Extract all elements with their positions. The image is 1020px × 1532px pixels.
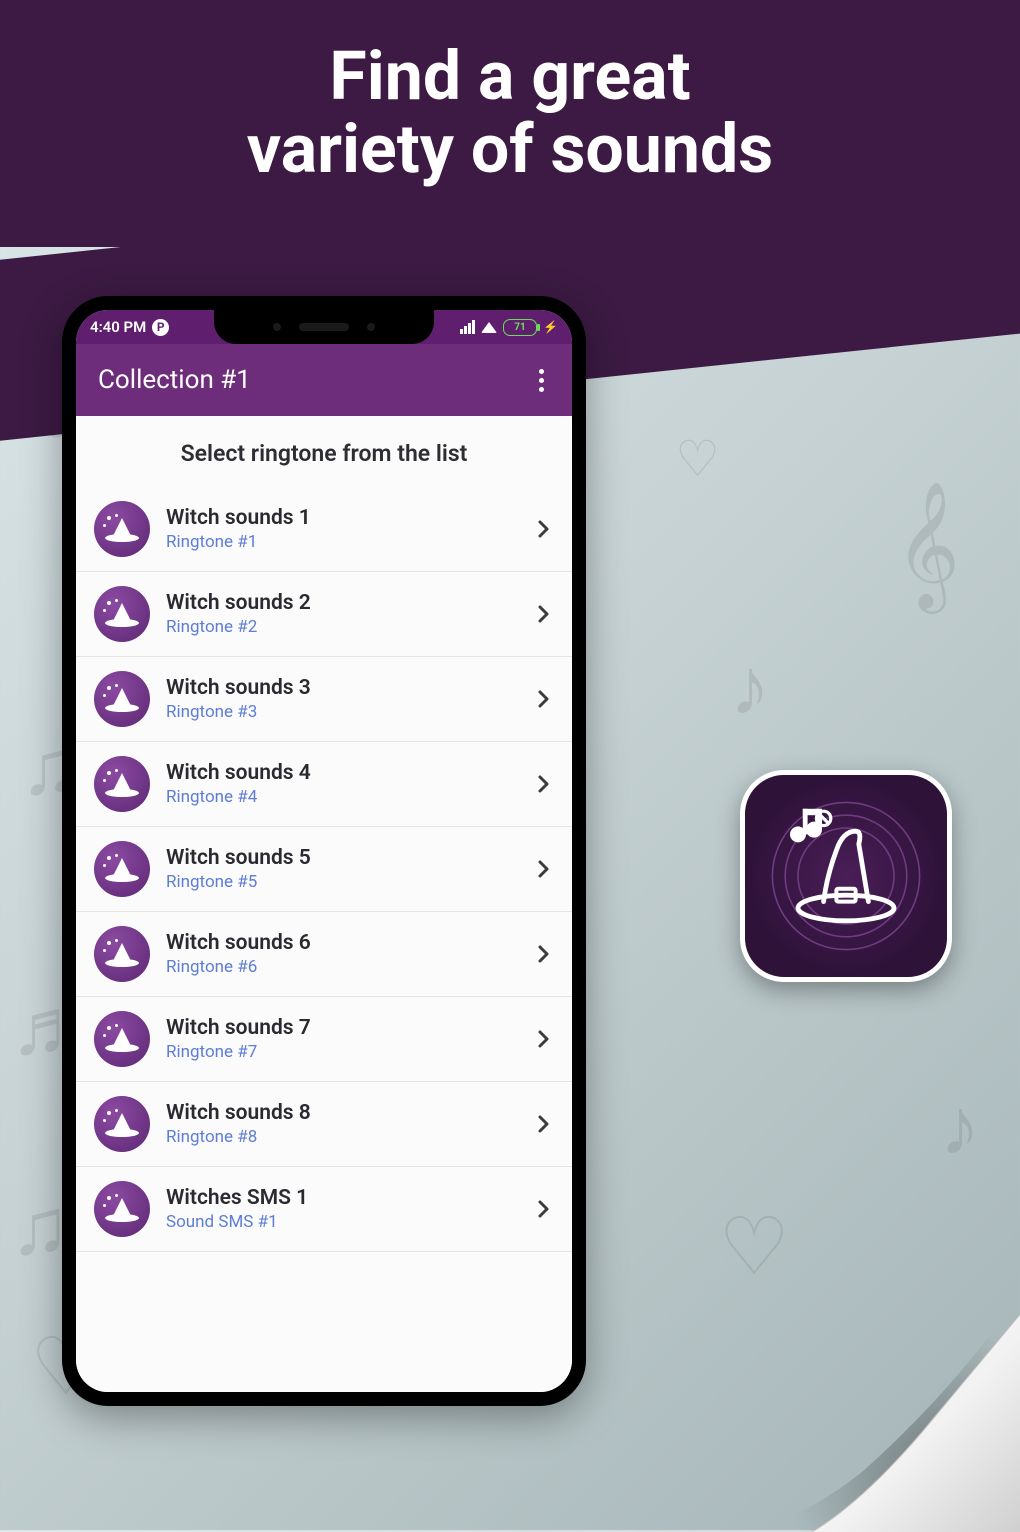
ringtone-list: Select ringtone from the list Witch soun… [76,416,572,1392]
ringtone-row[interactable]: Witch sounds 4 Ringtone #4 [76,742,572,827]
ringtone-meta: Witch sounds 8 Ringtone #8 [166,1101,518,1147]
ringtone-meta: Witch sounds 4 Ringtone #4 [166,761,518,807]
list-header: Select ringtone from the list [76,416,572,487]
ringtone-title: Witch sounds 5 [166,846,518,870]
status-time: 4:40 PM [90,318,146,336]
ringtone-title: Witch sounds 2 [166,591,518,615]
app-icon [740,770,952,982]
ringtone-title: Witch sounds 7 [166,1016,518,1040]
ringtone-title: Witches SMS 1 [166,1186,518,1210]
signal-icon [460,320,475,334]
ringtone-subtitle: Ringtone #1 [166,532,518,552]
witch-hat-icon [94,926,150,982]
witch-hat-icon [94,586,150,642]
overflow-menu-button[interactable] [533,363,550,398]
ringtone-meta: Witch sounds 5 Ringtone #5 [166,846,518,892]
ringtone-meta: Witch sounds 6 Ringtone #6 [166,931,518,977]
ringtone-title: Witch sounds 8 [166,1101,518,1125]
witch-hat-icon [94,841,150,897]
chevron-right-icon [534,775,554,793]
ringtone-meta: Witch sounds 1 Ringtone #1 [166,506,518,552]
witch-hat-icon [94,1096,150,1152]
app-bar: Collection #1 [76,344,572,416]
chevron-right-icon [534,1115,554,1133]
ringtone-meta: Witch sounds 3 Ringtone #3 [166,676,518,722]
phone-notch [214,310,434,344]
ringtone-subtitle: Ringtone #7 [166,1042,518,1062]
banner-line-2: variety of sounds [20,113,1000,186]
phone-screen: 4:40 PM P 71 ⚡ Collection #1 Select ring… [76,310,572,1392]
ringtone-subtitle: Ringtone #4 [166,787,518,807]
chevron-right-icon [534,1200,554,1218]
ringtone-meta: Witches SMS 1 Sound SMS #1 [166,1186,518,1232]
ringtone-title: Witch sounds 1 [166,506,518,530]
witch-hat-icon [94,1181,150,1237]
ringtone-title: Witch sounds 4 [166,761,518,785]
chevron-right-icon [534,690,554,708]
chevron-right-icon [534,1030,554,1048]
page-curl-decoration [742,1272,1020,1532]
charging-icon: ⚡ [543,320,558,334]
chevron-right-icon [534,945,554,963]
banner-line-1: Find a great [20,40,1000,113]
wifi-icon [481,322,497,333]
promo-banner: Find a great variety of sounds [0,0,1020,247]
android-p-icon: P [152,319,169,336]
ringtone-subtitle: Ringtone #3 [166,702,518,722]
ringtone-row[interactable]: Witch sounds 5 Ringtone #5 [76,827,572,912]
chevron-right-icon [534,860,554,878]
ringtone-row[interactable]: Witch sounds 7 Ringtone #7 [76,997,572,1082]
ringtone-subtitle: Ringtone #2 [166,617,518,637]
witch-hat-icon [94,671,150,727]
ringtone-subtitle: Ringtone #6 [166,957,518,977]
ringtone-row[interactable]: Witch sounds 6 Ringtone #6 [76,912,572,997]
phone-mockup: 4:40 PM P 71 ⚡ Collection #1 Select ring… [62,296,586,1406]
ringtone-title: Witch sounds 3 [166,676,518,700]
ringtone-meta: Witch sounds 2 Ringtone #2 [166,591,518,637]
witch-hat-icon [94,756,150,812]
ringtone-row[interactable]: Witch sounds 2 Ringtone #2 [76,572,572,657]
ringtone-subtitle: Ringtone #8 [166,1127,518,1147]
app-bar-title: Collection #1 [98,365,251,395]
ringtone-subtitle: Sound SMS #1 [166,1212,518,1232]
battery-icon: 71 [503,319,537,336]
witch-hat-icon [94,1011,150,1067]
ringtone-row[interactable]: Witch sounds 8 Ringtone #8 [76,1082,572,1167]
ringtone-title: Witch sounds 6 [166,931,518,955]
ringtone-meta: Witch sounds 7 Ringtone #7 [166,1016,518,1062]
ringtone-subtitle: Ringtone #5 [166,872,518,892]
chevron-right-icon [534,520,554,538]
witch-hat-icon [94,501,150,557]
ringtone-row[interactable]: Witch sounds 3 Ringtone #3 [76,657,572,742]
ringtone-row[interactable]: Witch sounds 1 Ringtone #1 [76,487,572,572]
ringtone-row[interactable]: Witches SMS 1 Sound SMS #1 [76,1167,572,1252]
chevron-right-icon [534,605,554,623]
